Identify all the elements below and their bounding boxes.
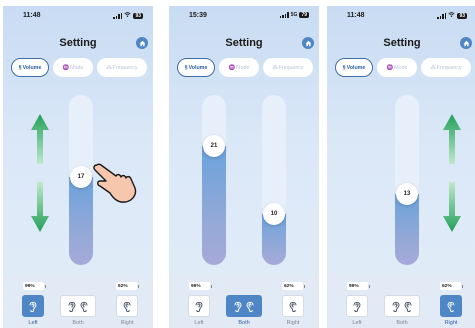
status-bar: 11:48 93 xyxy=(327,10,475,22)
tab-volume[interactable]: § Volume xyxy=(335,58,373,77)
wifi-icon xyxy=(124,12,132,19)
both-label: Both xyxy=(396,320,408,326)
ear-icon xyxy=(195,301,203,312)
both-ears-button[interactable] xyxy=(384,295,420,317)
phone-screen-both-mode: 15:39 5G 79 Setting § Volume ♒ Mode ⁂ Frequ… xyxy=(169,6,319,328)
tab-mode[interactable]: ♒ Mode xyxy=(377,58,417,77)
signal-icon xyxy=(279,12,289,18)
network-type: 5G xyxy=(290,12,298,18)
frequency-icon: ⁂ xyxy=(272,64,278,71)
volume-icon: § xyxy=(184,64,188,71)
volume-icon: § xyxy=(342,64,346,71)
tab-volume[interactable]: § Volume xyxy=(177,58,215,77)
left-label: Left xyxy=(352,320,362,326)
phone-screen-left-mode: 11:48 93 Setting § Volume ♒ Mode ⁂ Frequenc… xyxy=(3,6,153,328)
left-battery-badge: 99% xyxy=(23,282,46,290)
volume-down-arrow-icon xyxy=(443,182,461,237)
tab-bar: § Volume ♒ Mode ⁂ Frequency xyxy=(177,58,316,77)
mode-icon: ♒ xyxy=(62,64,70,71)
both-label: Both xyxy=(238,320,250,326)
ear-selector-panel: 99% 62% Left Both Right xyxy=(327,274,475,328)
right-label: Right xyxy=(286,320,300,326)
ear-icon xyxy=(447,301,455,312)
right-ear-button[interactable] xyxy=(116,295,138,317)
wifi-icon xyxy=(448,12,456,19)
volume-down-arrow-icon xyxy=(31,182,49,237)
volume-up-arrow-icon xyxy=(31,114,49,169)
tab-mode[interactable]: ♒ Mode xyxy=(219,58,259,77)
right-volume-slider-track[interactable] xyxy=(262,95,286,265)
left-ear-button[interactable] xyxy=(346,295,368,317)
frequency-icon: ⁂ xyxy=(106,64,112,71)
status-bar: 11:48 93 xyxy=(3,10,153,22)
left-ear-button[interactable] xyxy=(22,295,44,317)
both-ears-button[interactable] xyxy=(226,295,262,317)
ear-icon xyxy=(289,301,297,312)
volume-icon: § xyxy=(18,64,22,71)
right-battery-badge: 62% xyxy=(116,282,139,290)
right-ear-button[interactable] xyxy=(440,295,462,317)
left-label: Left xyxy=(28,320,38,326)
volume-up-arrow-icon xyxy=(443,114,461,169)
volume-slider-track[interactable] xyxy=(395,95,419,265)
status-time: 11:48 xyxy=(347,12,365,19)
right-ear-button[interactable] xyxy=(282,295,304,317)
ear-icon xyxy=(29,301,37,312)
ear-icon xyxy=(353,301,361,312)
status-bar: 15:39 5G 79 xyxy=(169,10,319,22)
tab-bar: § Volume ♒ Mode ⁂ Frequency xyxy=(335,58,474,77)
signal-icon xyxy=(437,12,447,19)
right-battery-badge: 62% xyxy=(440,282,463,290)
left-battery-badge: 99% xyxy=(347,282,370,290)
left-volume-slider-knob[interactable]: 21 xyxy=(203,135,225,157)
volume-slider-fill xyxy=(69,176,93,265)
tab-frequency[interactable]: ⁂ Frequency xyxy=(97,58,147,77)
battery-indicator: 79 xyxy=(299,12,309,18)
tab-mode[interactable]: ♒ Mode xyxy=(53,58,93,77)
both-ears-button[interactable] xyxy=(60,295,96,317)
ear-selector-panel: 99% 62% Left Both Right xyxy=(3,274,153,328)
left-label: Left xyxy=(194,320,204,326)
signal-icon xyxy=(113,12,123,19)
tab-frequency[interactable]: ⁂ Frequency xyxy=(421,58,471,77)
home-button[interactable] xyxy=(460,37,472,49)
hand-pointer-icon xyxy=(91,161,139,214)
battery-indicator: 93 xyxy=(457,12,467,19)
left-ear-button[interactable] xyxy=(188,295,210,317)
left-volume-slider-track[interactable] xyxy=(202,95,226,265)
phone-screen-right-mode: 11:48 93 Setting § Volume ♒ Mode ⁂ Frequenc… xyxy=(327,6,475,328)
page-title: Setting xyxy=(383,37,421,49)
frequency-icon: ⁂ xyxy=(430,64,436,71)
both-label: Both xyxy=(72,320,84,326)
ear-selector-panel: 99% 62% Left Both Right xyxy=(169,274,319,328)
tab-volume[interactable]: § Volume xyxy=(11,58,49,77)
right-label: Right xyxy=(120,320,134,326)
battery-indicator: 93 xyxy=(133,12,143,19)
both-ears-icon xyxy=(68,301,88,312)
left-volume-slider-fill xyxy=(202,146,226,265)
right-label: Right xyxy=(444,320,458,326)
left-battery-badge: 99% xyxy=(189,282,212,290)
mode-icon: ♒ xyxy=(228,64,236,71)
home-icon xyxy=(463,40,469,46)
volume-slider-knob[interactable]: 13 xyxy=(396,182,418,205)
ear-icon xyxy=(123,301,131,312)
tab-frequency[interactable]: ⁂ Frequency xyxy=(263,58,313,77)
page-title: Setting xyxy=(225,37,263,49)
page-title: Setting xyxy=(59,37,97,49)
mode-icon: ♒ xyxy=(386,64,394,71)
status-time: 15:39 xyxy=(189,12,207,19)
right-battery-badge: 62% xyxy=(282,282,305,290)
home-button[interactable] xyxy=(302,37,314,49)
status-time: 11:48 xyxy=(23,12,41,19)
volume-slider-knob[interactable]: 17 xyxy=(70,165,92,188)
right-volume-slider-knob[interactable]: 10 xyxy=(263,203,285,225)
tab-bar: § Volume ♒ Mode ⁂ Frequency xyxy=(11,58,150,77)
home-icon xyxy=(139,40,145,46)
both-ears-icon xyxy=(392,301,412,312)
home-button[interactable] xyxy=(136,37,148,49)
both-ears-icon xyxy=(234,301,254,312)
home-icon xyxy=(305,40,311,46)
